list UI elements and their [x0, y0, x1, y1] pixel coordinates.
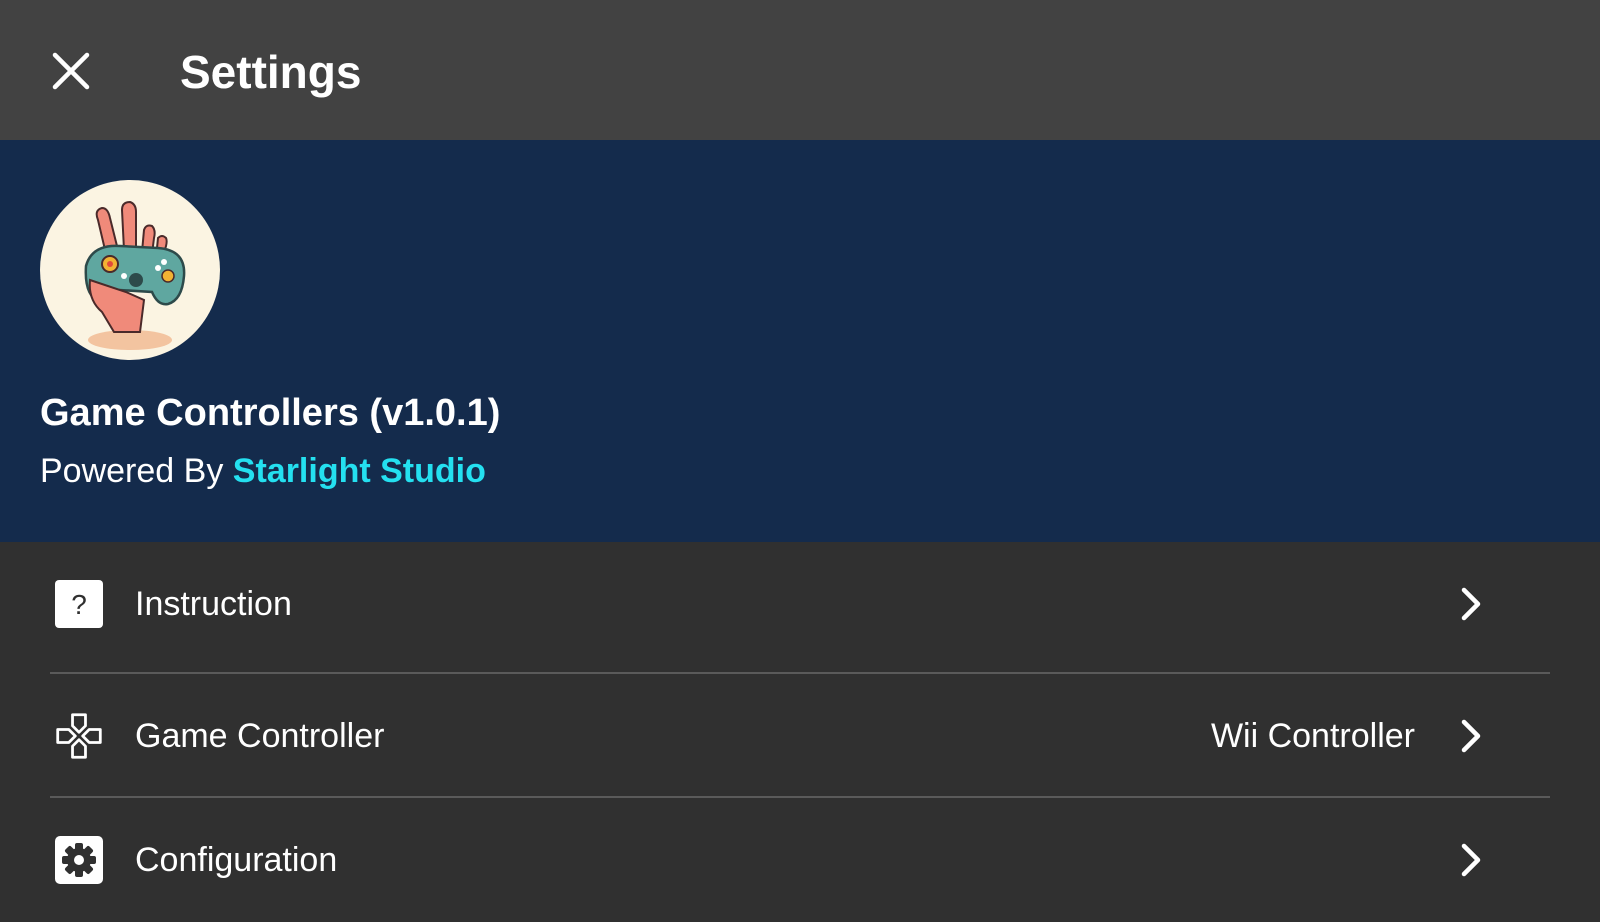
svg-text:?: ? — [71, 589, 87, 620]
chevron-right-icon — [1461, 719, 1481, 753]
studio-link[interactable]: Starlight Studio — [233, 452, 486, 490]
settings-item-game-controller[interactable]: Game Controller Wii Controller — [0, 674, 1600, 798]
close-icon — [52, 52, 90, 90]
settings-item-instruction[interactable]: ? Instruction — [0, 542, 1600, 666]
close-button[interactable] — [44, 44, 98, 98]
chevron-right-icon — [1461, 843, 1481, 877]
gear-icon — [54, 835, 104, 885]
app-logo — [40, 180, 220, 360]
app-bar: Settings — [0, 0, 1600, 140]
powered-by: Powered By Starlight Studio — [40, 452, 486, 491]
app-info-banner: Game Controllers (v1.0.1) Powered By Sta… — [0, 140, 1600, 542]
gamepad-icon — [54, 711, 104, 761]
settings-item-value: Wii Controller — [1210, 717, 1415, 755]
app-name: Game Controllers (v1.0.1) — [40, 392, 501, 434]
settings-item-label: Instruction — [135, 585, 292, 623]
settings-item-label: Game Controller — [135, 717, 385, 755]
settings-item-label: Configuration — [135, 841, 338, 879]
page-title: Settings — [180, 46, 362, 98]
powered-by-label: Powered By — [40, 452, 224, 490]
help-icon: ? — [54, 579, 104, 629]
chevron-right-icon — [1461, 587, 1481, 621]
settings-item-configuration[interactable]: Configuration — [0, 798, 1600, 922]
game-controller-hand-logo-icon — [84, 200, 186, 350]
